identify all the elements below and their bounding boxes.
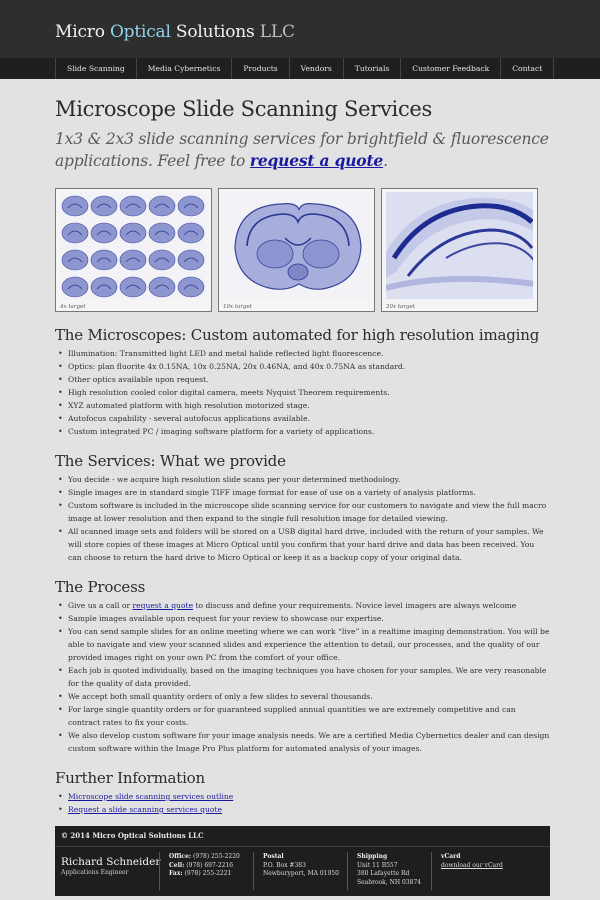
request-quote-link[interactable]: request a quote [250,151,383,170]
footer-separator [159,852,160,890]
list-item: Other optics available upon request. [58,373,550,386]
list-item: Sample images available upon request for… [58,612,550,625]
vcard-heading: vCard [441,853,461,860]
vcard-download-link[interactable]: download our vCard [441,862,503,871]
logo-micro: Micro [55,22,110,42]
gallery-image-20x[interactable]: 20x target [381,188,538,312]
hippocampus-detail-image [386,192,533,299]
image-gallery: 4x target 10x target 20x target [55,188,550,312]
shipping-line-2: 380 Lafayette Rd [357,870,410,877]
list-item: You can send sample slides for an online… [58,625,550,664]
footer-separator [347,852,348,890]
outline-link[interactable]: Microscope slide scanning services outli… [68,792,233,801]
nav-slide-scanning[interactable]: Slide Scanning [56,58,137,79]
office-phone[interactable]: (978) 255-2220 [193,853,240,860]
shipping-line-1: Unit 11 B557 [357,861,398,869]
cell-label: Cell: [169,861,185,869]
list-item: High resolution cooled color digital cam… [58,386,550,399]
gallery-caption-20x: 20x target [386,304,415,310]
main-content: Microscope Slide Scanning Services 1x3 &… [55,79,550,816]
gallery-image-4x[interactable]: 4x target [55,188,212,312]
list-item: Autofocus capability - several autofocus… [58,412,550,425]
list-item: Custom integrated PC / imaging software … [58,425,550,438]
nav-products[interactable]: Products [232,58,290,79]
logo-solutions: Solutions [170,22,260,42]
footer-separator [431,852,432,890]
site-header: Micro Optical Solutions LLC [0,0,600,58]
process-item-post: to discuss and define your requirements.… [193,601,517,610]
logo-llc: LLC [259,22,295,42]
copyright: © 2014 Micro Optical Solutions LLC [61,831,204,840]
vcard-column: vCard download our vCard [441,853,503,870]
postal-line-2: Newburyport, MA 01950 [263,870,339,877]
fax-label: Fax: [169,870,183,877]
nav-vendors[interactable]: Vendors [290,58,344,79]
list-item: Illumination: Transmitted light LED and … [58,347,550,360]
contact-name: Richard Schneider [61,856,161,868]
nav-contact[interactable]: Contact [501,58,555,79]
phone-column: Office: (978) 255-2220 Cell: (978) 697-2… [169,853,240,879]
gallery-caption-10x: 10x target [223,304,252,310]
list-item: We also develop custom software for your… [58,729,550,755]
subtitle-end: . [383,152,388,170]
page-title: Microscope Slide Scanning Services [55,97,433,121]
list-item: Custom software is included in the micro… [58,499,550,525]
brain-sections-grid-image [60,192,207,299]
list-item: Single images are in standard single TIF… [58,486,550,499]
main-nav: Slide Scanning Media Cybernetics Product… [0,58,600,79]
shipping-heading: Shipping [357,853,388,860]
postal-line-1: P.O. Box #383 [263,861,306,869]
further-info-list: Microscope slide scanning services outli… [55,790,550,816]
list-item: XYZ automated platform with high resolut… [58,399,550,412]
list-item: Optics: plan fluorite 4x 0.15NA, 10x 0.2… [58,360,550,373]
office-label: Office: [169,853,192,860]
brain-section-image [223,192,370,299]
nav-tutorials[interactable]: Tutorials [344,58,402,79]
further-info-title: Further Information [55,769,205,787]
logo-optical: Optical [109,22,171,42]
shipping-column: Shipping Unit 11 B557 380 Lafayette Rd S… [357,853,421,887]
list-item: You decide - we acquire high resolution … [58,473,550,486]
list-item: Each job is quoted individually, based o… [58,664,550,690]
list-item: We accept both small quantity orders of … [58,690,550,703]
list-item: Request a slide scanning services quote [58,803,550,816]
services-title: The Services: What we provide [55,452,286,470]
list-item: All scanned image sets and folders will … [58,525,550,564]
list-item: Microscope slide scanning services outli… [58,790,550,803]
microscopes-list: Illumination: Transmitted light LED and … [55,347,550,438]
nav-media-cybernetics[interactable]: Media Cybernetics [137,58,233,79]
gallery-image-10x[interactable]: 10x target [218,188,375,312]
gallery-caption-4x: 4x target [60,304,86,310]
site-footer: © 2014 Micro Optical Solutions LLC Richa… [55,826,550,896]
nav-customer-feedback[interactable]: Customer Feedback [401,58,502,79]
quote-link[interactable]: Request a slide scanning services quote [68,805,222,814]
services-list: You decide - we acquire high resolution … [55,473,550,564]
postal-column: Postal P.O. Box #383 Newburyport, MA 019… [263,853,339,879]
site-logo[interactable]: Micro Optical Solutions LLC [55,22,295,42]
list-item: For large single quantity orders or for … [58,703,550,729]
contact-role: Applications Engineer [61,869,129,876]
process-item-pre: Give us a call or [68,601,133,610]
cell-phone[interactable]: (978) 697-2216 [186,862,233,869]
footer-separator [253,852,254,890]
process-list: Give us a call or request a quote to dis… [55,599,550,755]
footer-divider [55,846,550,847]
shipping-line-3: Seabrook, NH 03874 [357,878,422,886]
fax-number: (978) 255-2221 [184,870,232,877]
microscopes-title: The Microscopes: Custom automated for hi… [55,326,540,344]
process-request-quote-link[interactable]: request a quote [133,601,194,610]
postal-heading: Postal [263,853,284,860]
list-item: Give us a call or request a quote to dis… [58,599,550,612]
page-subtitle: 1x3 & 2x3 slide scanning services for br… [55,129,550,172]
process-title: The Process [55,578,146,596]
